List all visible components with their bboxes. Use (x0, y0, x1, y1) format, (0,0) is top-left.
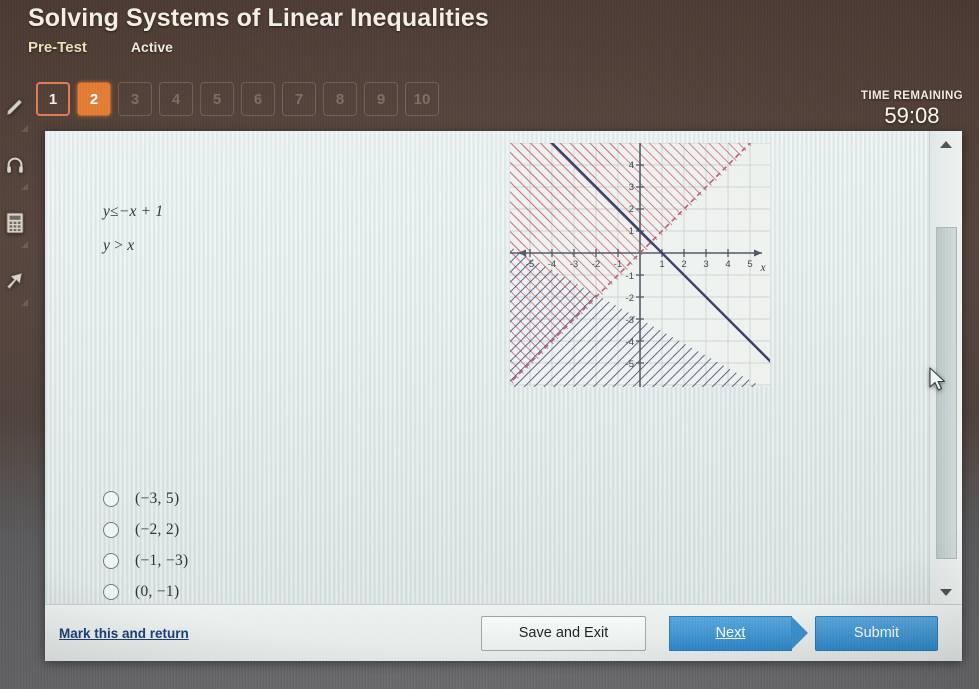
question-number-8[interactable]: 8 (323, 82, 357, 116)
question-number-9[interactable]: 9 (364, 82, 398, 116)
svg-text:1: 1 (659, 259, 664, 270)
svg-text:-3: -3 (570, 259, 578, 270)
headphones-icon[interactable] (0, 136, 30, 194)
question-number-4[interactable]: 4 (159, 82, 193, 116)
screen-photo-background: Solving Systems of Linear Inequalities P… (0, 0, 979, 689)
inequality-2-lhs: y (103, 237, 111, 254)
answer-choice-label: (−1, −3) (135, 551, 189, 569)
pointer-arrow-icon[interactable] (0, 252, 30, 310)
svg-text:3: 3 (629, 182, 634, 193)
page-header: Solving Systems of Linear Inequalities P… (28, 4, 728, 56)
question-number-7[interactable]: 7 (282, 82, 316, 116)
answer-choice-label: (−2, 2) (135, 520, 180, 538)
header-subline: Pre-Test Active (28, 39, 728, 56)
answer-choice[interactable]: (0, −1) (103, 576, 188, 605)
question-number-2[interactable]: 2 (77, 82, 111, 116)
time-remaining-label: TIME REMAINING (860, 90, 963, 102)
test-type-label: Pre-Test (28, 39, 87, 56)
time-remaining: TIME REMAINING 59:08 (861, 90, 963, 129)
svg-text:4: 4 (629, 160, 634, 171)
svg-text:-2: -2 (592, 259, 600, 270)
svg-text:-3: -3 (626, 315, 634, 326)
svg-text:-1: -1 (626, 271, 634, 282)
svg-text:1: 1 (629, 226, 634, 237)
submit-button[interactable]: Submit (815, 615, 938, 651)
vertical-scrollbar[interactable] (929, 131, 962, 605)
question-number-nav[interactable]: 1 2 3 4 5 6 7 8 9 10 (36, 82, 439, 116)
inequality-2-operator: > (114, 237, 124, 254)
mark-this-and-return-link[interactable]: Mark this and return (59, 626, 189, 641)
inequality-2: y > x (103, 237, 163, 255)
graph-svg: -5 -4 -3 -2 -1 1 2 3 4 5 4 3 2 1 -1 -2 -… (510, 143, 770, 387)
answer-choice-radio[interactable] (103, 490, 119, 507)
question-number-3[interactable]: 3 (118, 82, 152, 116)
question-number-5[interactable]: 5 (200, 82, 234, 116)
svg-text:2: 2 (681, 259, 686, 270)
answer-choice-radio[interactable] (103, 521, 119, 538)
svg-text:-4: -4 (548, 259, 556, 270)
svg-text:-2: -2 (626, 293, 634, 304)
svg-text:3: 3 (703, 259, 708, 270)
svg-text:-4: -4 (626, 337, 634, 348)
page-title: Solving Systems of Linear Inequalities (28, 4, 489, 32)
svg-text:-1: -1 (614, 259, 622, 270)
question-number-1[interactable]: 1 (36, 82, 70, 116)
time-remaining-value: 59:08 (884, 103, 940, 128)
answer-choice[interactable]: (−1, −3) (103, 545, 188, 576)
svg-text:-5: -5 (526, 259, 534, 270)
answer-choice-list[interactable]: (−3, 5) (−2, 2) (−1, −3) (0, −1) (103, 483, 188, 605)
question-number-6[interactable]: 6 (241, 82, 275, 116)
tool-rail[interactable] (0, 78, 30, 310)
scroll-up-arrow-icon[interactable] (930, 134, 962, 154)
answer-choice-label: (−3, 5) (135, 489, 180, 507)
scrollbar-thumb[interactable] (936, 227, 957, 559)
inequality-1-rhs: −x + 1 (118, 203, 164, 220)
answer-choice-radio[interactable] (103, 552, 119, 569)
test-status-label: Active (130, 39, 173, 55)
inequality-1: y≤−x + 1 (103, 203, 163, 221)
svg-text:-5: -5 (626, 359, 634, 370)
svg-text:5: 5 (747, 259, 752, 270)
scroll-down-arrow-icon[interactable] (930, 582, 962, 602)
x-axis-label: x (759, 262, 766, 274)
highlighter-icon[interactable] (0, 78, 30, 136)
answer-choice-label: (0, −1) (135, 582, 180, 600)
inequality-graph: -5 -4 -3 -2 -1 1 2 3 4 5 4 3 2 1 -1 -2 -… (510, 143, 770, 387)
footer-actions: Save and Exit Next Submit (481, 615, 938, 651)
question-content-panel: y≤−x + 1 y > x -5 -4 -3 -2 -1 1 2 3 4 5 … (45, 131, 962, 661)
inequality-system: y≤−x + 1 y > x (103, 203, 163, 271)
question-number-10[interactable]: 10 (405, 82, 439, 116)
question-footer-bar: Mark this and return Save and Exit Next … (45, 604, 962, 661)
svg-text:2: 2 (629, 204, 634, 215)
next-button[interactable]: Next (669, 615, 808, 651)
answer-choice[interactable]: (−2, 2) (103, 514, 188, 545)
save-and-exit-button[interactable]: Save and Exit (481, 615, 646, 651)
inequality-1-operator: ≤ (110, 203, 119, 220)
svg-text:4: 4 (725, 259, 730, 270)
answer-choice[interactable]: (−3, 5) (103, 483, 188, 514)
answer-choice-radio[interactable] (103, 583, 119, 600)
question-scroll-area: y≤−x + 1 y > x -5 -4 -3 -2 -1 1 2 3 4 5 … (45, 131, 930, 605)
calculator-icon[interactable] (0, 194, 30, 252)
inequality-2-rhs: x (127, 237, 135, 254)
